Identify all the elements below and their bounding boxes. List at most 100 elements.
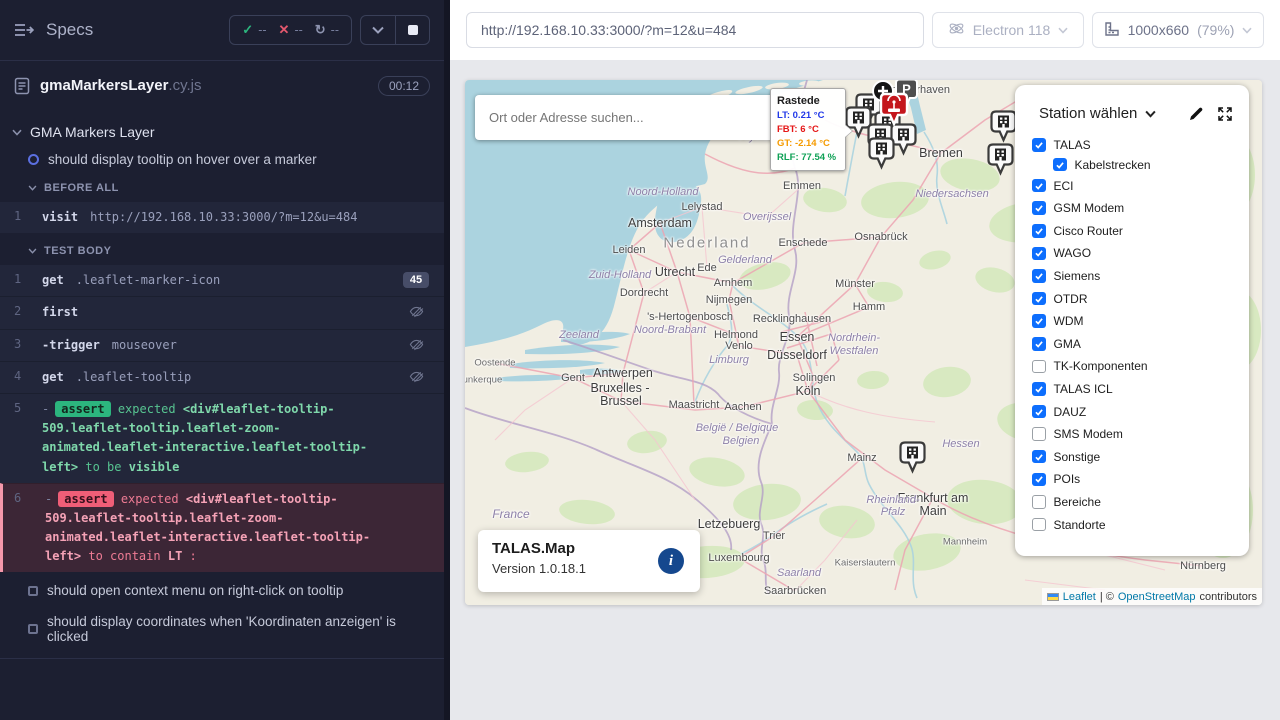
station-checkbox-row[interactable]: Bereiche: [1032, 495, 1249, 509]
tooltip-values: LT: 0.21 °CFBT: 6 °CGT: -2.14 °CRLF: 77.…: [777, 109, 839, 165]
checkbox-icon: [1032, 495, 1046, 509]
x-icon: ✕: [279, 22, 290, 38]
checkbox-icon: [1032, 314, 1046, 328]
test-stats: ✓ -- ✕ -- ↻ --: [229, 15, 352, 45]
suite-header[interactable]: GMA Markers Layer: [0, 116, 444, 146]
expand-icon[interactable]: [1217, 106, 1233, 122]
aut-panel: Electron 118 1000x660 (79%): [450, 0, 1280, 720]
running-spinner-icon: [28, 154, 39, 165]
checkbox-icon: [1032, 138, 1046, 152]
checkbox-icon: [1032, 382, 1046, 396]
tooltip-sensor-value: FBT: 6 °C: [777, 123, 839, 137]
command-row[interactable]: 3-triggermouseover: [0, 329, 444, 361]
station-checkbox-row[interactable]: Cisco Router: [1032, 224, 1249, 238]
station-checkbox-row[interactable]: DAUZ: [1032, 405, 1249, 419]
edit-pencil-icon[interactable]: [1188, 106, 1204, 122]
map-attribution: Leaflet | © OpenStreetMap contributors: [1042, 588, 1262, 605]
reporter-footer-spacer: [0, 658, 444, 720]
station-checkbox-row[interactable]: POIs: [1032, 472, 1249, 486]
command-row[interactable]: 1visithttp://192.168.10.33:3000/?m=12&u=…: [0, 202, 444, 233]
spec-file-row[interactable]: gmaMarkersLayer.cy.js 00:12: [0, 60, 444, 110]
chevron-down-icon: [1058, 27, 1068, 34]
app-version: Version 1.0.18.1: [492, 561, 686, 576]
assert-row[interactable]: 5-assert expected <div#leaflet-tooltip-5…: [0, 393, 444, 483]
viewport-size-select[interactable]: 1000x660 (79%): [1092, 12, 1264, 48]
search-input[interactable]: [475, 110, 775, 125]
checkbox-icon: [1032, 427, 1046, 441]
checkbox-icon: [1032, 201, 1046, 215]
test-body-log: 1get.leaflet-marker-icon452first3-trigge…: [0, 265, 444, 572]
gma-red-marker[interactable]: [879, 92, 909, 135]
checkbox-icon: [1032, 473, 1046, 487]
ukraine-flag-icon: [1047, 593, 1059, 601]
station-checkbox-row[interactable]: TK-Komponenten: [1032, 359, 1249, 373]
station-checkbox-row[interactable]: WDM: [1032, 314, 1249, 328]
command-row[interactable]: 1get.leaflet-marker-icon45: [0, 265, 444, 296]
browser-select[interactable]: Electron 118: [932, 12, 1084, 48]
pending-test-row[interactable]: should display coordinates when 'Koordin…: [0, 606, 444, 652]
building-marker[interactable]: [868, 137, 895, 175]
stop-icon: [408, 25, 418, 35]
station-panel-header: Station wählen: [1015, 105, 1249, 122]
spec-file-name: gmaMarkersLayer.cy.js: [40, 77, 201, 94]
cypress-reporter: Specs ✓ -- ✕ -- ↻ -- gmaMarkersLayer.: [0, 0, 450, 720]
osm-link[interactable]: OpenStreetMap: [1118, 591, 1196, 603]
chevron-down-icon: [12, 129, 22, 136]
checkbox-icon: [1032, 247, 1046, 261]
station-select-label[interactable]: Station wählen: [1039, 105, 1137, 122]
stat-failed: ✕ --: [279, 22, 303, 38]
map-info-card: TALAS.Map Version 1.0.18.1 i: [478, 530, 700, 592]
command-row[interactable]: 4get.leaflet-tooltip: [0, 361, 444, 393]
hidden-eye-icon: [409, 304, 424, 319]
tooltip-arrow: [845, 125, 852, 137]
stat-pending: ↻ --: [315, 22, 339, 38]
station-checkbox-row[interactable]: ECI: [1032, 179, 1249, 193]
station-checkbox-row[interactable]: TALAS ICL: [1032, 382, 1249, 396]
specs-title: Specs: [46, 20, 93, 40]
marker-tooltip[interactable]: Rastede LT: 0.21 °CFBT: 6 °CGT: -2.14 °C…: [770, 88, 846, 171]
assert-row[interactable]: 6-assert expected <div#leaflet-tooltip-5…: [0, 483, 444, 573]
station-checkbox-row[interactable]: TALAS: [1032, 138, 1249, 152]
chevron-down-icon[interactable]: [1145, 110, 1156, 118]
leaflet-link[interactable]: Leaflet: [1063, 591, 1096, 603]
electron-icon: [948, 20, 965, 40]
station-checkbox-row[interactable]: WAGO: [1032, 246, 1249, 260]
info-icon[interactable]: i: [658, 548, 684, 574]
checkbox-icon: [1032, 518, 1046, 532]
ruler-icon: [1104, 21, 1120, 40]
hidden-eye-icon: [409, 337, 424, 352]
specs-menu-icon[interactable]: [14, 22, 34, 38]
tooltip-sensor-value: RLF: 77.54 %: [777, 151, 839, 165]
station-checkbox-row[interactable]: OTDR: [1032, 292, 1249, 306]
tooltip-sensor-value: GT: -2.14 °C: [777, 137, 839, 151]
station-checkbox-row[interactable]: SMS Modem: [1032, 427, 1249, 441]
pending-square-icon: [28, 586, 38, 596]
spec-duration-badge: 00:12: [378, 76, 430, 96]
stat-passed: ✓ --: [242, 22, 266, 38]
station-checkbox-row[interactable]: Standorte: [1032, 518, 1249, 532]
checkbox-icon: [1053, 158, 1067, 172]
station-checkbox-row[interactable]: Sonstige: [1032, 450, 1249, 464]
building-marker[interactable]: [987, 143, 1014, 181]
stop-button[interactable]: [395, 16, 429, 44]
command-row[interactable]: 2first: [0, 296, 444, 328]
station-checkbox-row[interactable]: GSM Modem: [1032, 201, 1249, 215]
suite-title: GMA Markers Layer: [30, 124, 154, 140]
before-all-log: 1visithttp://192.168.10.33:3000/?m=12&u=…: [0, 202, 444, 233]
checkbox-icon: [1032, 360, 1046, 374]
url-input[interactable]: [466, 12, 924, 48]
building-marker[interactable]: [899, 441, 926, 479]
station-panel: Station wählen TALAS Kabelstrecken ECI GSM …: [1015, 85, 1249, 556]
station-checkbox-row[interactable]: GMA: [1032, 337, 1249, 351]
tooltip-title: Rastede: [777, 94, 839, 109]
active-test-row[interactable]: should display tooltip on hover over a m…: [0, 146, 444, 173]
before-all-header[interactable]: BEFORE ALL: [0, 173, 444, 199]
pending-test-row[interactable]: should open context menu on right-click …: [0, 575, 444, 606]
station-checkbox-row[interactable]: Siemens: [1032, 269, 1249, 283]
refresh-icon: ↻: [315, 22, 326, 38]
test-body-header[interactable]: TEST BODY: [0, 236, 444, 262]
station-checkbox-row[interactable]: Kabelstrecken: [1053, 158, 1249, 172]
leaflet-map[interactable]: FryslânNoord-HollandLelystadAmsterdamOve…: [465, 80, 1262, 605]
document-icon: [14, 77, 30, 95]
collapse-button[interactable]: [361, 16, 395, 44]
